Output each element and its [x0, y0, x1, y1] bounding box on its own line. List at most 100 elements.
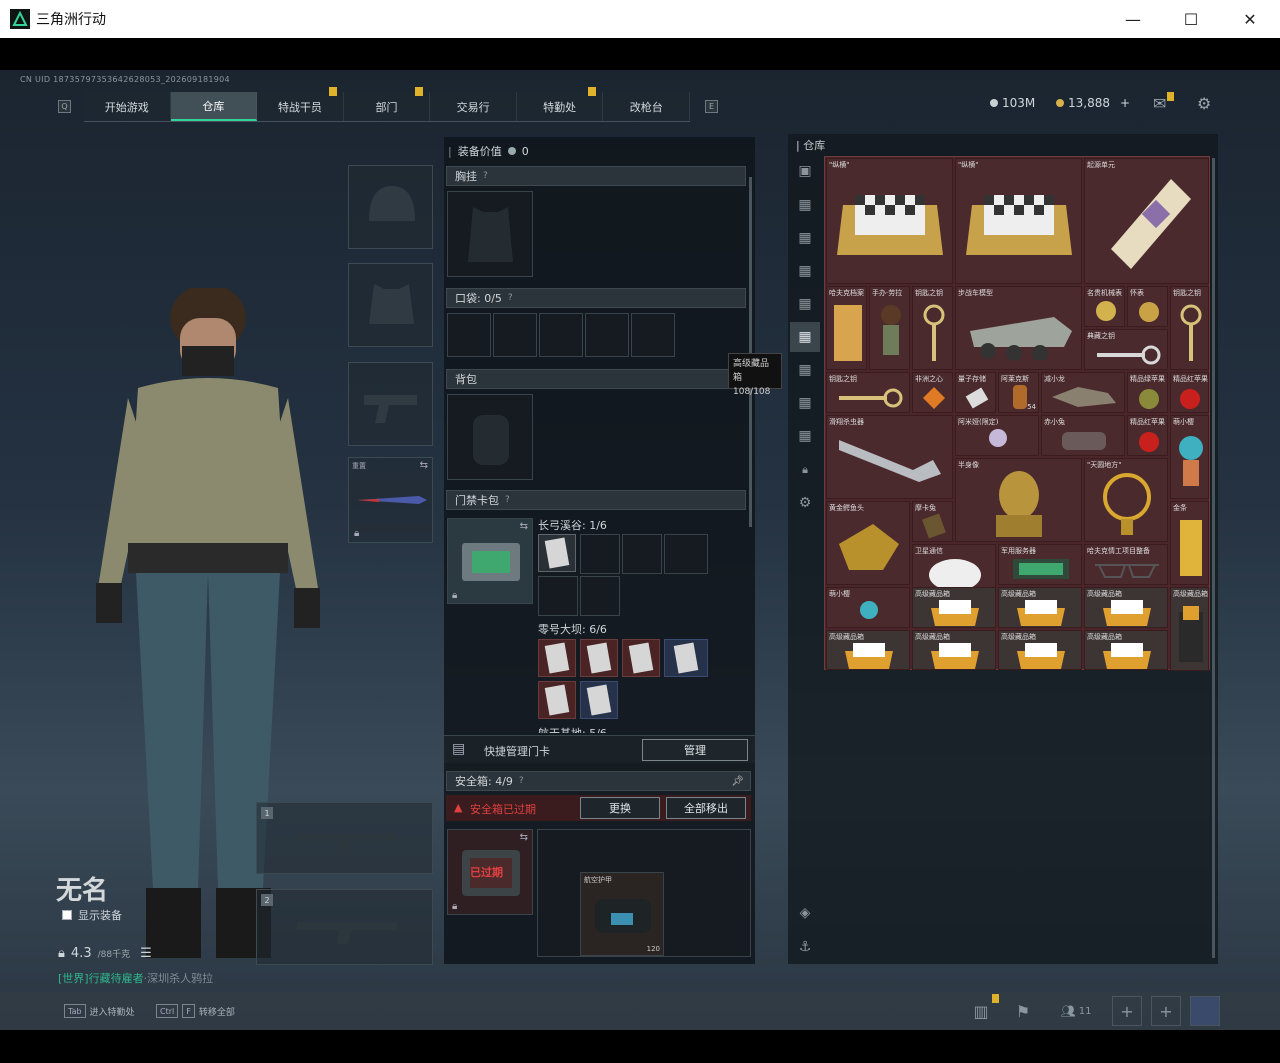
- item-meng-xiaoying[interactable]: 萌小樱: [1170, 415, 1209, 499]
- item-lara-figure[interactable]: 手办·劳拉: [869, 286, 910, 370]
- chest-rig-slot[interactable]: [447, 191, 533, 277]
- sidebar-tab-3[interactable]: ▦: [790, 256, 820, 286]
- item-heart-of-africa[interactable]: 非洲之心: [912, 372, 953, 413]
- tab-gunsmith[interactable]: 改枪台: [603, 92, 691, 121]
- avatar[interactable]: [1190, 996, 1220, 1026]
- item-collection-box[interactable]: 高级藏品箱: [912, 630, 996, 670]
- keycard-empty[interactable]: [622, 534, 662, 574]
- add-party-slot[interactable]: +: [1112, 996, 1142, 1026]
- item-key[interactable]: 钥匙之钥: [826, 372, 910, 413]
- item-collection-box[interactable]: 高级藏品箱: [998, 630, 1082, 670]
- sidebar-tab-all[interactable]: ▣: [790, 156, 820, 186]
- close-button[interactable]: ✕: [1227, 0, 1273, 38]
- item-watch[interactable]: 名贵机械表: [1084, 286, 1125, 327]
- keycard-item[interactable]: [538, 534, 576, 572]
- keycard-item[interactable]: [580, 639, 618, 677]
- keycard-empty[interactable]: [580, 534, 620, 574]
- sidebar-tab-5[interactable]: ▦: [790, 322, 820, 352]
- maximize-button[interactable]: ☐: [1168, 0, 1214, 38]
- item-ifv-model[interactable]: 步战车模型: [955, 286, 1082, 370]
- primary-weapon-slot[interactable]: 1: [256, 802, 433, 874]
- keycard-empty[interactable]: [664, 534, 708, 574]
- safebox-slot[interactable]: 已过期 ⇆ 🔒︎: [447, 829, 533, 915]
- pin-icon[interactable]: 📌︎: [731, 776, 744, 787]
- keycard-item[interactable]: [664, 639, 708, 677]
- armor-slot[interactable]: [348, 263, 433, 347]
- move-all-button[interactable]: 全部移出: [666, 797, 746, 819]
- tab-operators[interactable]: 特战干员: [257, 87, 344, 121]
- show-equipment-toggle[interactable]: 显示装备: [62, 907, 122, 923]
- help-icon[interactable]: ?: [483, 171, 488, 181]
- currency-coin[interactable]: 13,888 +: [1056, 96, 1130, 110]
- tab-start-game[interactable]: 开始游戏: [84, 92, 171, 121]
- add-party-slot[interactable]: +: [1151, 996, 1181, 1026]
- manage-button[interactable]: 管理: [642, 739, 748, 761]
- item-armillary[interactable]: "天圆地方": [1084, 458, 1168, 542]
- item-red-rabbit[interactable]: 赤小兔: [1041, 415, 1125, 456]
- safebox-item[interactable]: 航空护甲 120: [580, 872, 664, 956]
- help-icon[interactable]: ?: [508, 293, 513, 303]
- item-bug-sprayer[interactable]: 滑翔杀虫器: [826, 415, 953, 499]
- list-icon[interactable]: ☰: [140, 946, 152, 961]
- item-havoc-project[interactable]: 哈夫克情工项目整备: [1084, 544, 1168, 585]
- scrollbar[interactable]: [1212, 158, 1215, 958]
- add-currency-button[interactable]: +: [1120, 96, 1130, 110]
- item-origin-unit[interactable]: 起源单元: [1084, 158, 1209, 284]
- item-collection-box[interactable]: 高级藏品箱: [826, 630, 910, 670]
- item-key[interactable]: 钥匙之钥: [1170, 286, 1209, 370]
- keycard-item[interactable]: [622, 639, 660, 677]
- friends-button[interactable]: 👥︎ 11: [1056, 996, 1096, 1026]
- sidebar-tab-6[interactable]: ▦: [790, 355, 820, 385]
- swap-icon[interactable]: ⇆: [520, 832, 528, 843]
- helmet-slot[interactable]: [348, 165, 433, 249]
- item-mocha-rabbit[interactable]: 摩卡兔: [912, 501, 953, 542]
- gear-icon[interactable]: ⚙: [790, 488, 820, 518]
- keycard-item[interactable]: [580, 681, 618, 719]
- item-red-apple[interactable]: 精品红苹果: [1127, 415, 1168, 456]
- help-icon[interactable]: ?: [505, 495, 510, 505]
- item-collection-box[interactable]: 高级藏品箱: [1084, 630, 1168, 670]
- scrollbar[interactable]: [749, 177, 752, 527]
- item-quantum-storage[interactable]: 量子存储: [955, 372, 996, 413]
- item-chess-box[interactable]: "纵横": [826, 158, 953, 284]
- sidebar-tab-8[interactable]: ▦: [790, 421, 820, 451]
- sidebar-tab-2[interactable]: ▦: [790, 223, 820, 253]
- help-icon[interactable]: ?: [519, 776, 524, 786]
- item-alex[interactable]: 阿莱克斯 54: [998, 372, 1039, 413]
- melee-slot[interactable]: 重置 ⇆ 🔒︎: [348, 457, 433, 543]
- keycard-empty[interactable]: [538, 576, 578, 616]
- lock-icon[interactable]: 🔒︎: [790, 455, 820, 485]
- hint-transfer-all[interactable]: Ctrl F 转移全部: [156, 1004, 235, 1018]
- swap-icon[interactable]: ⇆: [520, 521, 528, 532]
- pocket-slot[interactable]: [585, 313, 629, 357]
- item-amiya[interactable]: 阿米娅(限定): [955, 415, 1039, 456]
- sidebar-tab-7[interactable]: ▦: [790, 388, 820, 418]
- item-red-apple[interactable]: 精品红苹果: [1170, 372, 1209, 413]
- keycard-empty[interactable]: [580, 576, 620, 616]
- item-havoc-file[interactable]: 哈夫克档案: [826, 286, 867, 370]
- checkbox[interactable]: [62, 910, 72, 920]
- item-collection-box[interactable]: 高级藏品箱: [998, 587, 1082, 628]
- item-gold-croc-head[interactable]: 黄金鳄鱼头: [826, 501, 910, 585]
- stats-icon[interactable]: ▥: [966, 994, 999, 1026]
- item-small-dragon[interactable]: 减小龙: [1041, 372, 1125, 413]
- item-bust[interactable]: 半身像: [955, 458, 1082, 542]
- gear-icon[interactable]: ⚙: [1197, 94, 1211, 113]
- item-collector-key[interactable]: 典藏之钥: [1084, 329, 1168, 370]
- item-meng-xiaoying[interactable]: 萌小樱: [826, 587, 910, 628]
- pistol-slot[interactable]: [348, 362, 433, 446]
- backpack-slot[interactable]: [447, 394, 533, 480]
- keycard-case-slot[interactable]: ⇆ 🔒︎: [447, 518, 533, 604]
- layers-icon[interactable]: ◈: [790, 898, 820, 928]
- minimize-button[interactable]: —: [1110, 0, 1156, 38]
- item-collection-box[interactable]: 高级藏品箱: [1084, 587, 1168, 628]
- flag-icon[interactable]: ⚑: [1008, 996, 1038, 1026]
- keycard-item[interactable]: [538, 639, 576, 677]
- pocket-slot[interactable]: [447, 313, 491, 357]
- item-pocket-watch[interactable]: 怀表: [1127, 286, 1168, 327]
- mail-icon[interactable]: ✉: [1153, 92, 1174, 113]
- tab-department[interactable]: 部门: [344, 87, 431, 121]
- sidebar-tab-1[interactable]: ▦: [790, 190, 820, 220]
- secondary-weapon-slot[interactable]: 2: [256, 889, 433, 965]
- item-collection-box[interactable]: 高级藏品箱: [912, 587, 996, 628]
